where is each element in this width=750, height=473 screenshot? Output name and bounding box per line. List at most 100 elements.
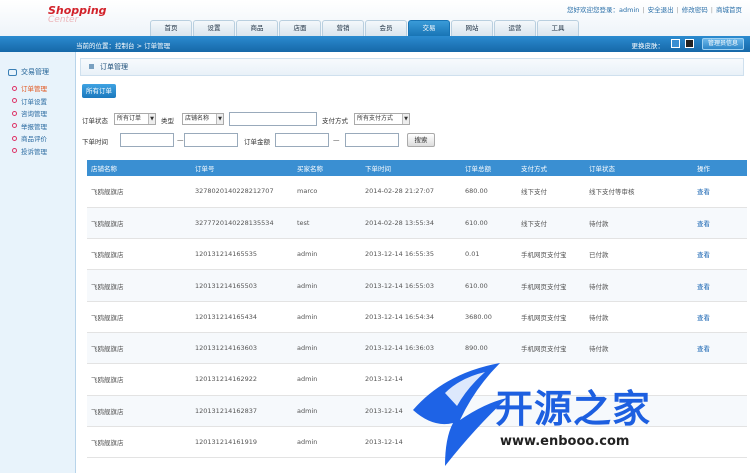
min-amount-input[interactable] bbox=[275, 133, 329, 147]
order-no-cell: 3277720140228135534 bbox=[195, 218, 274, 227]
buyer-cell: admin bbox=[297, 438, 318, 447]
type-label: 类型 bbox=[161, 117, 174, 125]
sidebar-item-reviews[interactable]: 商品评价 bbox=[0, 132, 75, 145]
chevron-down-icon: ▼ bbox=[216, 114, 223, 124]
status-select[interactable]: 所有订单 ▼ bbox=[114, 113, 156, 125]
col-buyer: 买家名称 bbox=[297, 165, 323, 173]
panel-header: 订单管理 bbox=[80, 58, 744, 76]
tab-home[interactable]: 首页 bbox=[150, 20, 192, 36]
nav-bar: 当前的位置：控制台 > 订单管理 更换皮肤： 管理员信息 bbox=[0, 36, 750, 52]
view-link[interactable]: 查看 bbox=[693, 301, 747, 332]
end-date-input[interactable] bbox=[184, 133, 238, 147]
tab-products[interactable]: 商品 bbox=[236, 20, 278, 36]
status-select-value: 所有订单 bbox=[117, 115, 142, 122]
table-row: 飞鸥舰旗店 3277720140228135534 test 2014-02-28 1… bbox=[87, 207, 747, 239]
sidebar-title: 交易管理 bbox=[21, 68, 49, 76]
buyer-cell: admin bbox=[297, 312, 318, 321]
menu-group-icon bbox=[8, 68, 17, 76]
table-row: 飞鸥舰旗店 120131214165503 admin 2013-12-14 16:5… bbox=[87, 269, 747, 302]
type-select-value: 店铺名称 bbox=[185, 115, 210, 122]
table-row: 飞鸥舰旗店 120131214165434 admin 2013-12-14 16:5… bbox=[87, 301, 747, 333]
tab-members[interactable]: 会员 bbox=[365, 20, 407, 36]
total-cell: 680.00 bbox=[465, 187, 488, 196]
store-home-link[interactable]: 商城首页 bbox=[716, 6, 742, 14]
sidebar-item-reports[interactable]: 举报管理 bbox=[0, 120, 75, 133]
payment-cell: 手机网页支付宝 bbox=[521, 251, 567, 260]
logout-link[interactable]: 安全退出 bbox=[648, 6, 674, 14]
status-cell: 待付款 bbox=[589, 313, 609, 322]
tab-website[interactable]: 网站 bbox=[451, 20, 493, 36]
site-logo[interactable]: Shopping Center bbox=[48, 5, 107, 26]
search-button[interactable]: 搜索 bbox=[407, 133, 435, 147]
tab-marketing[interactable]: 营销 bbox=[322, 20, 364, 36]
payment-cell: 线下支付 bbox=[521, 188, 547, 197]
order-no-cell: 120131214165434 bbox=[195, 312, 258, 321]
sidebar-item-order-settings[interactable]: 订单设置 bbox=[0, 95, 75, 108]
watermark: 开源之家 www.enbooo.com bbox=[405, 358, 750, 473]
status-cell: 已付款 bbox=[589, 251, 609, 260]
top-header: Shopping Center 您好欢迎您登录：admin | 安全退出 | 修改密码 |… bbox=[0, 0, 750, 36]
sidebar-item-inquiries[interactable]: 咨询管理 bbox=[0, 107, 75, 120]
chevron-down-icon: ▼ bbox=[148, 114, 155, 124]
status-cell: 线下支付等审核 bbox=[589, 188, 635, 197]
total-cell: 0.01 bbox=[465, 250, 480, 259]
order-no-cell: 120131214165503 bbox=[195, 281, 258, 290]
change-password-link[interactable]: 修改密码 bbox=[682, 6, 708, 14]
tab-settings[interactable]: 设置 bbox=[193, 20, 235, 36]
table-header-row: 店铺名称 订单号 买家名称 下单时间 订单总额 支付方式 订单状态 操作 bbox=[87, 160, 747, 176]
date-dash: — bbox=[177, 136, 184, 144]
sidebar-item-label: 举报管理 bbox=[21, 122, 47, 131]
tab-tools[interactable]: 工具 bbox=[537, 20, 579, 36]
page-title: 订单管理 bbox=[100, 63, 128, 71]
sidebar-header[interactable]: 交易管理 bbox=[0, 62, 75, 82]
col-status: 订单状态 bbox=[589, 165, 615, 173]
store-cell: 飞鸥舰旗店 bbox=[91, 219, 124, 228]
payment-select[interactable]: 所有支付方式 ▼ bbox=[354, 113, 410, 125]
top-links: 您好欢迎您登录：admin | 安全退出 | 修改密码 | 商城首页 bbox=[567, 6, 742, 14]
tab-trade[interactable]: 交易 bbox=[408, 20, 450, 36]
store-cell: 飞鸥舰旗店 bbox=[91, 251, 124, 260]
keyword-input[interactable] bbox=[229, 112, 317, 126]
store-cell: 飞鸥舰旗店 bbox=[91, 282, 124, 291]
sidebar: 交易管理 订单管理 订单设置 咨询管理 举报管理 商品评价 投诉管理 bbox=[0, 52, 76, 473]
table-row: 飞鸥舰旗店 3278020140228212707 marco 2014-02-28 … bbox=[87, 176, 747, 208]
store-cell: 飞鸥舰旗店 bbox=[91, 376, 124, 385]
status-cell: 待付款 bbox=[589, 282, 609, 291]
skin-label: 更换皮肤： bbox=[631, 42, 665, 50]
status-label: 订单状态 bbox=[82, 117, 108, 125]
order-no-cell: 120131214165535 bbox=[195, 250, 258, 259]
buyer-cell: admin bbox=[297, 281, 318, 290]
status-cell: 待付款 bbox=[589, 219, 609, 228]
tab-stores[interactable]: 店面 bbox=[279, 20, 321, 36]
sidebar-item-label: 订单管理 bbox=[21, 85, 47, 94]
payment-label: 支付方式 bbox=[322, 117, 348, 125]
buyer-cell: admin bbox=[297, 344, 318, 353]
view-link[interactable]: 查看 bbox=[693, 176, 747, 207]
tab-operations[interactable]: 运营 bbox=[494, 20, 536, 36]
sidebar-item-complaints[interactable]: 投诉管理 bbox=[0, 145, 75, 158]
sidebar-item-orders[interactable]: 订单管理 bbox=[0, 82, 75, 95]
total-cell: 610.00 bbox=[465, 218, 488, 227]
admin-info-button[interactable]: 管理员信息 bbox=[702, 38, 744, 50]
payment-select-value: 所有支付方式 bbox=[357, 115, 394, 122]
order-no-cell: 3278020140228212707 bbox=[195, 187, 274, 196]
order-no-cell: 120131214162837 bbox=[195, 406, 258, 415]
max-amount-input[interactable] bbox=[345, 133, 399, 147]
skin-blue-swatch[interactable] bbox=[671, 39, 680, 48]
buyer-cell: admin bbox=[297, 406, 318, 415]
welcome-text: 您好欢迎您登录：admin bbox=[567, 6, 640, 14]
view-link[interactable]: 查看 bbox=[693, 239, 747, 270]
all-orders-button[interactable]: 所有订单 bbox=[82, 84, 116, 98]
view-link[interactable]: 查看 bbox=[693, 270, 747, 301]
chevron-down-icon: ▼ bbox=[402, 114, 409, 124]
store-cell: 飞鸥舰旗店 bbox=[91, 188, 124, 197]
view-link[interactable]: 查看 bbox=[693, 207, 747, 238]
amount-dash: — bbox=[333, 136, 340, 144]
start-date-input[interactable] bbox=[120, 133, 174, 147]
type-select[interactable]: 店铺名称 ▼ bbox=[182, 113, 224, 125]
col-store: 店铺名称 bbox=[91, 165, 117, 173]
bullet-icon bbox=[12, 110, 17, 116]
skin-black-swatch[interactable] bbox=[685, 39, 694, 48]
buyer-cell: admin bbox=[297, 250, 318, 259]
watermark-text: 开源之家 bbox=[495, 387, 652, 431]
